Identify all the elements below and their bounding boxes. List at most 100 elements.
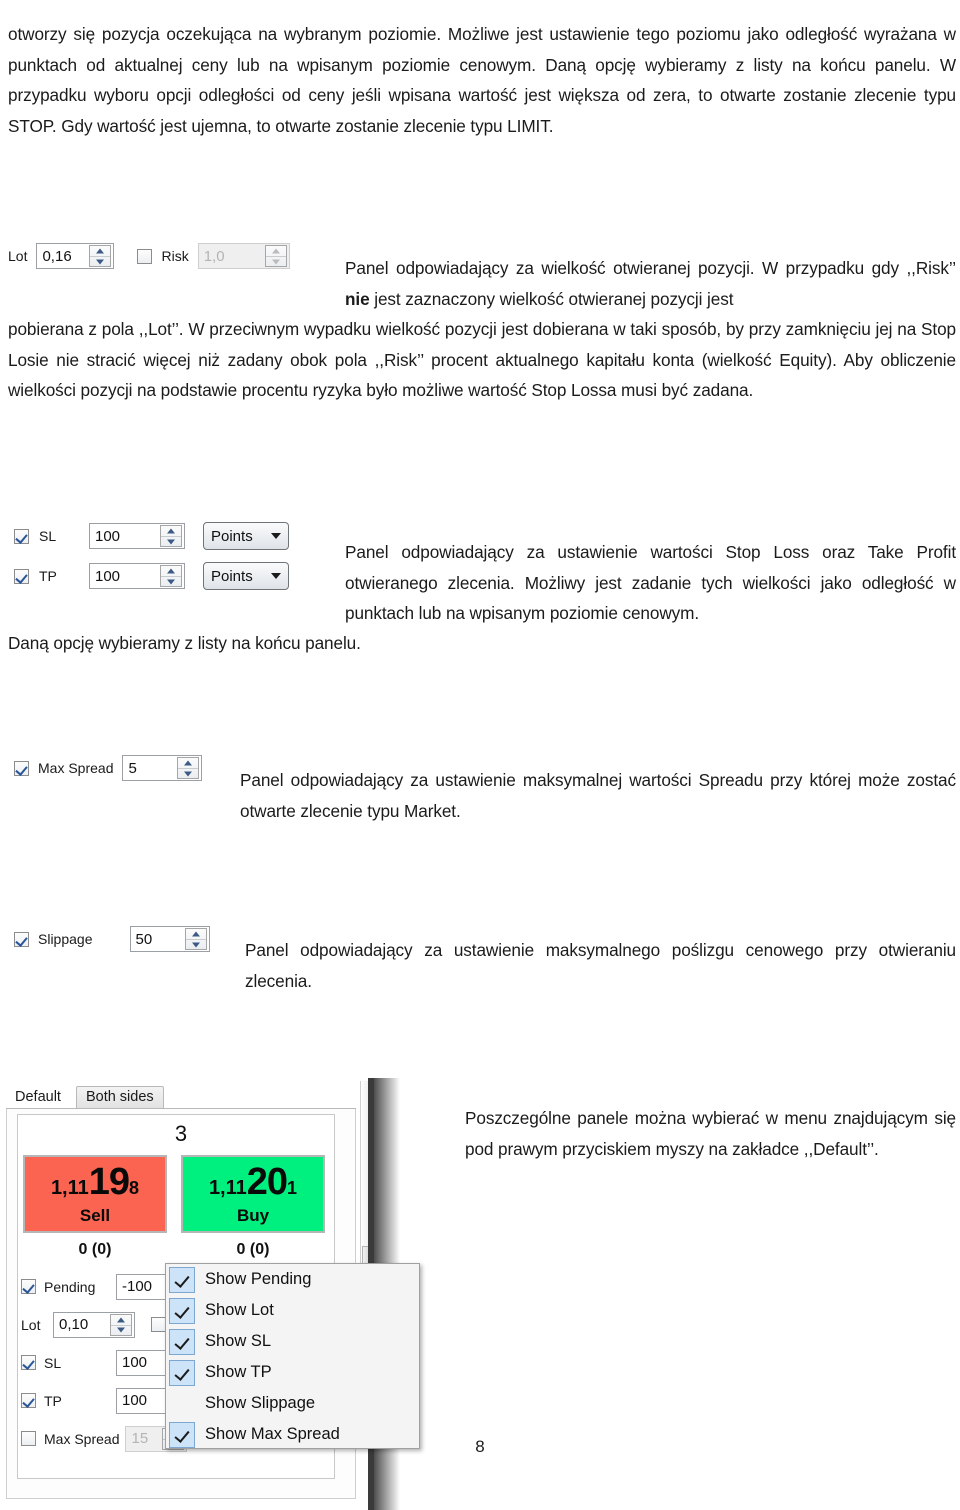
sl-spinner-down[interactable] [161, 536, 181, 546]
lot-text-a: Panel odpowiadający za wielkość otwieran… [345, 258, 956, 279]
risk-checkbox[interactable] [137, 248, 153, 264]
max-spread-input-value: 5 [128, 759, 137, 777]
document-page: otworzy się pozycja oczekująca na wybran… [0, 0, 960, 1510]
sell-price-post: 8 [129, 1177, 140, 1198]
buy-label: Buy [236, 1205, 270, 1225]
menu-item-show-pending-label: Show Pending [205, 1270, 312, 1288]
slippage-spinner[interactable] [184, 928, 207, 950]
screenshot-lot-risk-panel: Lot 0,16 Risk 1,0 [8, 243, 290, 269]
menu-item-show-tp[interactable]: Show TP [166, 1357, 419, 1388]
panel-lot-spinner-up[interactable] [111, 1315, 131, 1325]
panel-lot-input[interactable]: 0,10 [53, 1311, 135, 1338]
paragraph-max-spread-text: Panel odpowiadający za ustawienie maksym… [240, 770, 956, 821]
menu-item-show-sl[interactable]: Show SL [166, 1326, 419, 1357]
paragraph-panel-menu-text: Poszczególne panele można wybierać w men… [465, 1108, 956, 1159]
tp-input[interactable]: 100 [89, 563, 185, 589]
context-menu[interactable]: Show Pending Show Lot Show SL Show TP Sh… [165, 1263, 420, 1449]
check-icon [169, 1297, 195, 1324]
quote-row: 1,11 19 8 Sell 1,11 20 1 Buy [23, 1155, 325, 1233]
screenshot-max-spread-panel: Max Spread 5 [14, 755, 203, 781]
lot-spinner[interactable] [89, 245, 112, 267]
lot-spinner-down[interactable] [90, 256, 111, 266]
tp-unit-label: Points [211, 567, 253, 585]
tp-spinner[interactable] [160, 565, 182, 587]
paragraph-lot-rest: pobierana z pola ,,Lot’’. W przeciwnym w… [8, 297, 956, 423]
menu-item-show-slippage[interactable]: Show Slippage [166, 1388, 419, 1419]
paragraph-slippage-text: Panel odpowiadający za ustawienie maksym… [245, 940, 956, 991]
slippage-spinner-up[interactable] [186, 929, 206, 939]
tp-spinner-down[interactable] [161, 576, 181, 586]
sell-price-big: 19 [88, 1160, 130, 1203]
lot-spinner-up[interactable] [90, 246, 110, 256]
check-icon [169, 1328, 195, 1355]
buy-price: 1,11 20 1 [209, 1163, 297, 1201]
slippage-spinner-down[interactable] [185, 939, 206, 949]
check-icon [169, 1359, 195, 1386]
lot-input-value: 0,16 [42, 247, 72, 265]
buy-position-count: 0 (0) [236, 1241, 270, 1258]
tp-checkbox[interactable] [14, 568, 29, 584]
spread-value: 3 [174, 1121, 188, 1146]
risk-input-value: 1,0 [203, 247, 225, 265]
max-spread-spinner-down[interactable] [178, 768, 199, 778]
menu-item-show-pending[interactable]: Show Pending [166, 1264, 419, 1295]
menu-item-show-slippage-label: Show Slippage [205, 1394, 316, 1412]
panel-tabstrip: Default Both sides [6, 1081, 356, 1109]
paragraph-panel-menu: Poszczególne panele można wybierać w men… [465, 1086, 956, 1181]
panel-lot-spinner-down[interactable] [111, 1324, 131, 1335]
risk-spinner-down[interactable] [265, 256, 286, 266]
paragraph-intro: otworzy się pozycja oczekująca na wybran… [8, 2, 956, 158]
paragraph-sltp-rest: Daną opcję wybieramy z listy na końcu pa… [8, 611, 956, 676]
risk-input[interactable]: 1,0 [197, 243, 290, 269]
menu-item-show-lot-label: Show Lot [205, 1301, 274, 1319]
risk-spinner[interactable] [264, 245, 287, 267]
lot-input[interactable]: 0,16 [36, 243, 115, 269]
sl-spinner-up[interactable] [161, 526, 181, 536]
check-icon [169, 1421, 195, 1448]
menu-item-show-max-spread[interactable]: Show Max Spread [166, 1419, 419, 1450]
sl-unit-dropdown[interactable]: Points [203, 522, 289, 550]
page-number: 8 [475, 1437, 485, 1456]
sell-button[interactable]: 1,11 19 8 Sell [23, 1155, 167, 1233]
panel-sl-checkbox[interactable] [21, 1355, 36, 1370]
slippage-checkbox[interactable] [14, 931, 29, 947]
panel-pending-checkbox[interactable] [21, 1279, 36, 1294]
chevron-down-icon [271, 533, 281, 539]
tab-default[interactable]: Default [6, 1087, 70, 1109]
panel-lot-spinner[interactable] [110, 1313, 132, 1336]
position-counts: 0 (0) 0 (0) [23, 1241, 339, 1259]
chevron-down-icon [271, 573, 281, 579]
tp-spinner-up[interactable] [161, 566, 181, 576]
panel-tp-checkbox[interactable] [21, 1393, 36, 1408]
tp-input-value: 100 [95, 567, 121, 585]
paragraph-sltp-rest-text: Daną opcję wybieramy z listy na końcu pa… [8, 633, 361, 654]
sell-position-count: 0 (0) [78, 1241, 112, 1258]
max-spread-checkbox[interactable] [14, 760, 29, 776]
lot-label: Lot [8, 248, 28, 264]
tp-label: TP [39, 568, 57, 584]
menu-item-show-lot[interactable]: Show Lot [166, 1295, 419, 1326]
risk-spinner-up[interactable] [266, 246, 286, 256]
sl-checkbox[interactable] [14, 528, 29, 544]
panel-sl-label: SL [44, 1354, 62, 1371]
max-spread-spinner[interactable] [177, 757, 200, 779]
panel-risk-checkbox[interactable] [151, 1317, 166, 1332]
sell-price-pre: 1,11 [50, 1176, 89, 1199]
sl-input[interactable]: 100 [89, 523, 185, 549]
tp-unit-dropdown[interactable]: Points [203, 562, 289, 590]
buy-price-post: 1 [287, 1177, 298, 1198]
buy-button[interactable]: 1,11 20 1 Buy [181, 1155, 325, 1233]
tab-both-sides[interactable]: Both sides [75, 1085, 164, 1108]
paragraph-lot-rest-text: pobierana z pola ,,Lot’’. W przeciwnym w… [8, 319, 956, 401]
buy-price-pre: 1,11 [208, 1176, 247, 1199]
sl-spinner[interactable] [160, 525, 182, 547]
max-spread-input[interactable]: 5 [122, 755, 203, 781]
panel-tp-label: TP [44, 1392, 62, 1409]
sl-label: SL [39, 528, 57, 544]
max-spread-spinner-up[interactable] [178, 758, 198, 768]
max-spread-label: Max Spread [38, 760, 114, 776]
slippage-input[interactable]: 50 [129, 926, 210, 952]
screenshot-slippage-panel: Slippage 50 [14, 926, 210, 952]
sl-unit-label: Points [211, 527, 253, 545]
paragraph-slippage: Panel odpowiadający za ustawienie maksym… [245, 918, 956, 1013]
